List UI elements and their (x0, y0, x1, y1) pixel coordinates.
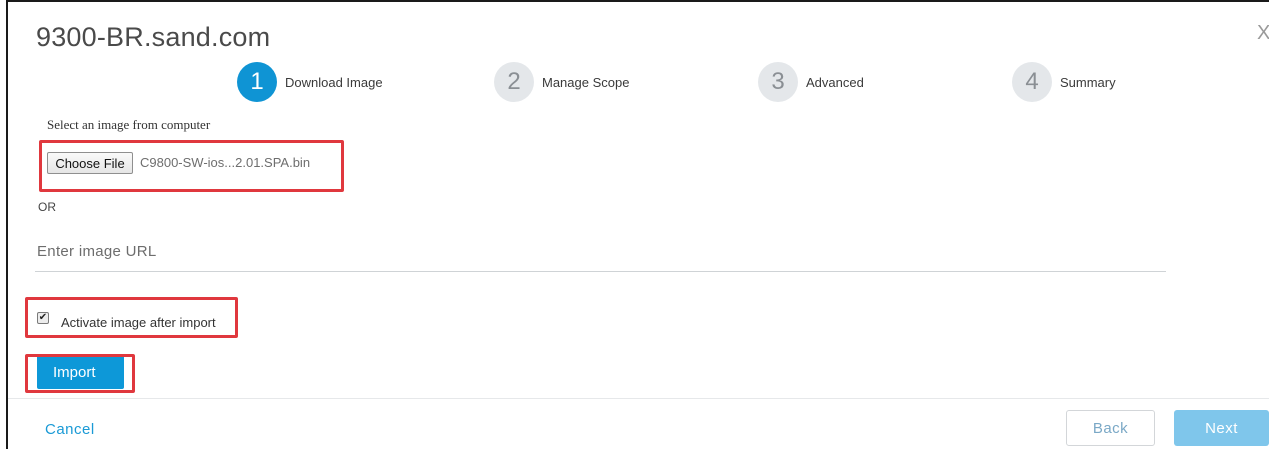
step-label: Download Image (285, 74, 383, 90)
step-number-badge: 3 (758, 62, 798, 102)
cancel-link[interactable]: Cancel (45, 421, 95, 438)
next-button[interactable]: Next (1174, 410, 1269, 446)
step-manage-scope[interactable]: 2 Manage Scope (494, 62, 629, 102)
close-icon[interactable]: X (1257, 22, 1269, 45)
step-label: Summary (1060, 74, 1116, 90)
step-label: Manage Scope (542, 74, 630, 90)
step-number-badge: 2 (494, 62, 534, 102)
image-url-input[interactable]: Enter image URL (37, 243, 157, 260)
or-separator: OR (38, 200, 56, 214)
annotation-highlight-checkbox (25, 297, 238, 338)
step-download-image[interactable]: 1 Download Image (237, 62, 383, 102)
select-image-label: Select an image from computer (47, 117, 211, 132)
annotation-highlight-file (39, 140, 344, 192)
footer-divider (8, 398, 1269, 399)
step-number-badge: 4 (1012, 62, 1052, 102)
step-number-badge: 1 (237, 62, 277, 102)
dialog-title: 9300-BR.sand.com (36, 22, 271, 52)
step-summary[interactable]: 4 Summary (1012, 62, 1116, 102)
step-label: Advanced (806, 74, 864, 90)
annotation-highlight-import (25, 354, 135, 393)
step-advanced[interactable]: 3 Advanced (758, 62, 864, 102)
back-button[interactable]: Back (1066, 410, 1155, 446)
window-left-border (6, 0, 8, 449)
image-url-underline (35, 271, 1166, 272)
window-top-border (6, 0, 1269, 2)
